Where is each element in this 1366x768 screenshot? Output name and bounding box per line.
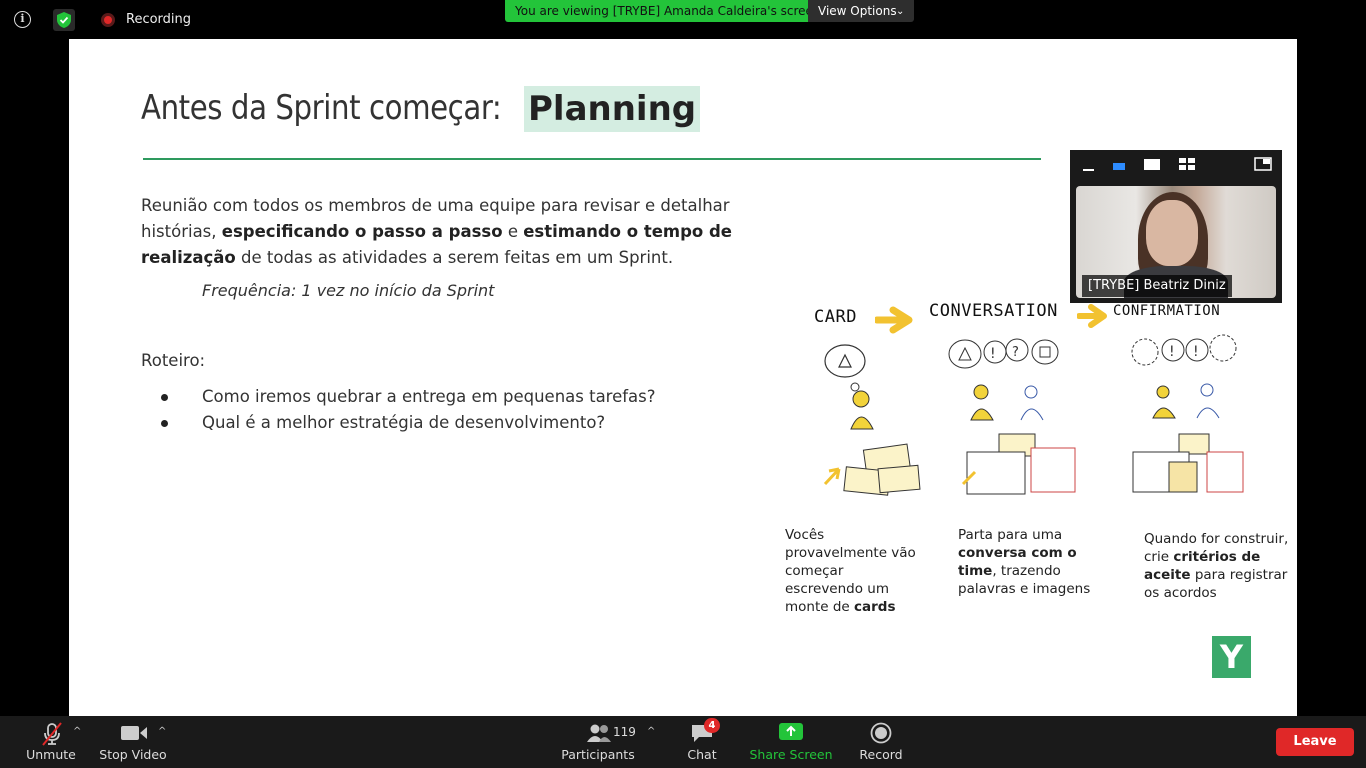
view-options-button[interactable]: View Options ⌄ [808,0,914,22]
para-text: de todas as atividades a serem feitas em… [241,248,674,267]
participants-icon [587,724,611,742]
audio-options-caret-icon[interactable]: ^ [73,726,81,737]
hide-video-icon[interactable] [1112,157,1126,173]
meeting-controls-bar: Unmute ^ Stop Video ^ 119 Participants ^… [0,716,1366,768]
list-item-text: Qual é a melhor estratégia de desenvolvi… [202,413,606,432]
caption-text: Vocês provavelmente vão começar escreven… [785,527,916,615]
svg-text:!: ! [1193,344,1199,360]
participants-count: 119 [613,725,636,739]
stage-title-conversation: CONVERSATION [929,301,1058,321]
caption-bold: cards [854,599,896,615]
participants-button[interactable]: 119 Participants [560,716,636,768]
conversation-caption: Parta para uma conversa com o time, traz… [958,526,1098,598]
stop-video-button[interactable]: Stop Video [98,716,168,768]
video-camera-icon [121,726,147,740]
slide-title: Antes da Sprint começar: [141,88,502,128]
encryption-shield-icon[interactable] [53,9,75,31]
list-item: Qual é a melhor estratégia de desenvolvi… [161,410,656,436]
shared-screen-slide: Antes da Sprint começar: Planning Reuniã… [69,39,1297,716]
meeting-top-bar: i Recording You are viewing [TRYBE] Aman… [0,0,1366,38]
viewing-banner: You are viewing [TRYBE] Amanda Caldeira'… [505,0,831,22]
minimize-icon[interactable] [1082,157,1096,173]
svg-text:?: ? [1012,345,1019,360]
info-icon[interactable]: i [14,11,31,28]
list-item-text: Como iremos quebrar a entrega em pequena… [202,387,656,406]
recording-icon [101,13,115,27]
share-screen-button[interactable]: Share Screen [749,716,833,768]
chat-button[interactable]: 4 Chat [682,716,722,768]
card-conversation-confirmation-illustration: CARD CONVERSATION CONFIRMATION ! ? ! ! [805,294,1255,504]
bullet-icon [161,394,168,401]
para-text: e [507,222,518,241]
unmute-label: Unmute [26,747,76,762]
caption-text: Parta para uma [958,527,1063,543]
chat-unread-badge: 4 [704,718,720,733]
stage-title-card: CARD [814,307,857,327]
roteiro-heading: Roteiro: [141,351,206,370]
speaker-view-icon[interactable] [1143,157,1161,173]
title-divider [143,158,1041,160]
bullet-icon [161,420,168,427]
recording-label: Recording [126,12,192,27]
stop-video-label: Stop Video [99,747,167,762]
card-sketch-illustration [823,344,921,496]
slide-paragraph: Reunião com todos os membros de uma equi… [141,193,741,271]
stage-title-confirmation: CONFIRMATION [1113,303,1221,319]
participant-name-label: [TRYBE] Beatriz Diniz [1082,275,1232,297]
unmute-button[interactable]: Unmute [22,716,80,768]
confirmation-sketch-illustration: ! ! [1131,334,1244,493]
participant-face-shape [1146,200,1198,266]
record-icon [870,722,892,744]
conversation-sketch-illustration: ! ? [948,338,1076,495]
chevron-down-icon: ⌄ [896,6,905,17]
video-options-caret-icon[interactable]: ^ [158,726,166,737]
frequency-note: Frequência: 1 vez no início da Sprint [202,281,495,300]
arrow-icon [875,306,913,334]
slide-title-highlight: Planning [524,86,701,132]
confirmation-caption: Quando for construir, crie critérios de … [1144,530,1294,602]
card-caption: Vocês provavelmente vão começar escreven… [785,526,920,616]
view-options-label: View Options [818,4,897,18]
participants-label: Participants [561,747,635,762]
participants-options-caret-icon[interactable]: ^ [647,726,655,737]
svg-text:!: ! [1169,344,1175,360]
trybe-logo: Y [1212,636,1251,678]
video-panel-toolbar [1070,150,1282,180]
share-screen-label: Share Screen [749,747,833,762]
gallery-view-icon[interactable] [1178,157,1196,173]
record-button[interactable]: Record [856,716,906,768]
arrow-icon [1077,304,1107,328]
floating-video-panel[interactable]: [TRYBE] Beatriz Diniz [1070,150,1282,303]
roteiro-list: Como iremos quebrar a entrega em pequena… [161,384,656,436]
leave-button[interactable]: Leave [1276,728,1354,756]
chat-label: Chat [687,747,717,762]
para-bold: especificando o passo a passo [221,222,503,241]
list-item: Como iremos quebrar a entrega em pequena… [161,384,656,410]
svg-text:!: ! [990,346,996,362]
muted-mic-icon [42,722,62,746]
exit-floating-icon[interactable] [1254,157,1272,173]
share-screen-icon [779,723,803,740]
record-label: Record [859,747,903,762]
